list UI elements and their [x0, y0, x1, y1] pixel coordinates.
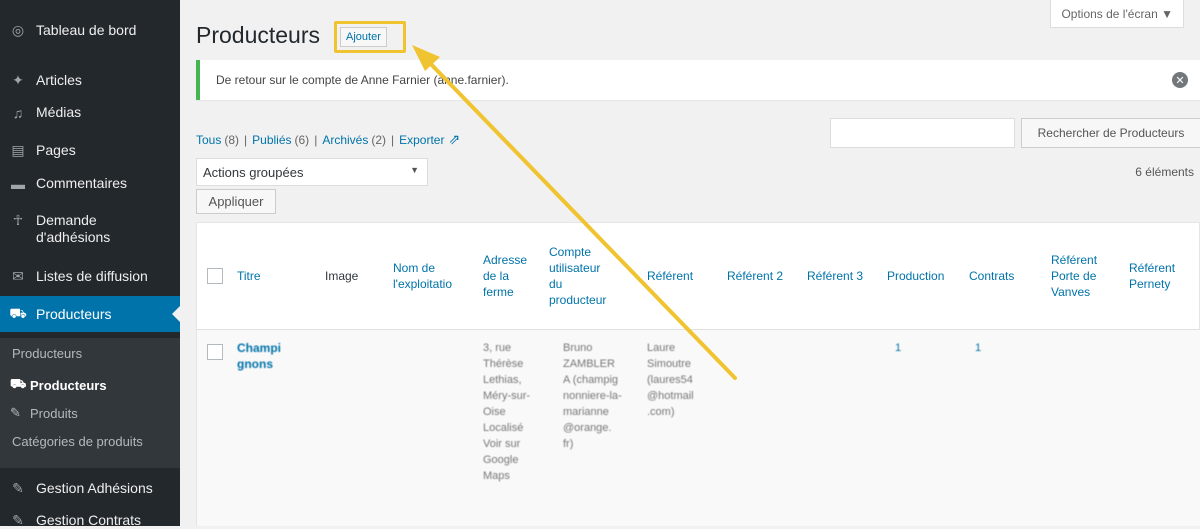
- status-filters: Tous (8) | Publiés (6) | Archivés (2) | Exp…: [196, 131, 460, 148]
- menu-contracts-management[interactable]: ✎ Gestion Contrats: [0, 512, 180, 529]
- screen-options-button[interactable]: Options de l'écran ▼: [1050, 0, 1184, 28]
- menu-producers[interactable]: ⛟ Producteurs: [0, 296, 180, 332]
- bulk-actions-select[interactable]: Actions groupées ▼: [196, 158, 428, 186]
- tractor-icon: ⛟: [9, 304, 27, 321]
- row-production[interactable]: 1: [895, 340, 901, 356]
- pin-icon: ✦: [12, 72, 24, 88]
- col-referent-2[interactable]: Référent 2: [727, 223, 787, 329]
- producers-submenu: Producteurs ⛟ Producteurs ✎ Produits Cat…: [0, 338, 180, 468]
- menu-articles[interactable]: ✦ Articles: [0, 72, 180, 89]
- chevron-down-icon: ▼: [410, 165, 419, 175]
- admin-sidebar: ◎ Tableau de bord ✦ Articles ♫ Médias ▤ …: [0, 0, 180, 529]
- filter-archived-count: (2): [371, 132, 386, 147]
- filter-all[interactable]: Tous: [196, 133, 221, 147]
- submenu-products[interactable]: ✎ Produits: [10, 405, 78, 421]
- pages-icon: ▤: [11, 142, 25, 158]
- separator: |: [391, 132, 395, 147]
- media-icon: ♫: [12, 104, 24, 121]
- col-referent[interactable]: Référent: [647, 223, 693, 329]
- col-referent-3[interactable]: Référent 3: [807, 223, 867, 329]
- mail-icon: ✉: [12, 268, 24, 284]
- table-body: Champi gnons 3, rue Thérèse Lethias, Mér…: [196, 330, 1200, 526]
- close-icon[interactable]: ✕: [1172, 72, 1188, 88]
- row-contracts[interactable]: 1: [975, 340, 981, 356]
- row-title-link[interactable]: Champi gnons: [237, 340, 287, 372]
- search-input[interactable]: [830, 118, 1015, 148]
- col-referent-pernety[interactable]: Référent Pernety: [1129, 223, 1189, 329]
- edit-icon: ✎: [12, 512, 24, 528]
- select-all-checkbox[interactable]: [207, 268, 223, 284]
- menu-pages[interactable]: ▤ Pages: [0, 142, 180, 159]
- submenu-heading[interactable]: Producteurs: [12, 346, 82, 361]
- menu-membership-requests[interactable]: ☥ Demande d'adhésions: [0, 212, 180, 246]
- items-count: 6 éléments: [1135, 165, 1194, 179]
- filter-export[interactable]: Exporter: [399, 133, 444, 147]
- add-new-button[interactable]: Ajouter: [340, 27, 387, 47]
- separator: |: [314, 132, 318, 147]
- col-referent-vanves[interactable]: Référent Porte de Vanves: [1051, 223, 1115, 329]
- dashboard-icon: ◎: [11, 22, 25, 38]
- notice-banner: De retour sur le compte de Anne Farnier …: [196, 60, 1200, 100]
- col-image: Image: [325, 269, 359, 283]
- bulk-actions-value: Actions groupées: [203, 164, 304, 180]
- row-account: Bruno ZAMBLER A (champig nonniere-la-mar…: [563, 342, 622, 450]
- submenu-producers[interactable]: ⛟ Producteurs: [10, 376, 107, 394]
- carrot-icon: ✎: [10, 405, 21, 420]
- filter-archived[interactable]: Archivés: [322, 133, 368, 147]
- menu-comments[interactable]: ▬ Commentaires: [0, 175, 180, 192]
- tractor-icon: ⛟: [10, 376, 27, 391]
- table-header: Titre Image Nom de l'exploitatio Adresse…: [196, 222, 1200, 330]
- filter-all-count: (8): [224, 132, 240, 147]
- edit-icon: ✎: [12, 480, 24, 496]
- main-content: Options de l'écran ▼ Producteurs Ajouter…: [180, 0, 1200, 526]
- active-menu-arrow: [172, 306, 180, 322]
- submenu-product-categories[interactable]: Catégories de produits: [12, 434, 143, 449]
- filter-published-count: (6): [294, 132, 310, 147]
- col-account[interactable]: Compte utilisateur du producteur: [549, 223, 611, 329]
- menu-membership-management[interactable]: ✎ Gestion Adhésions: [0, 480, 180, 497]
- person-icon: ☥: [12, 212, 24, 228]
- menu-mailing-lists[interactable]: ✉ Listes de diffusion: [0, 268, 180, 285]
- separator: |: [244, 132, 248, 147]
- comments-icon: ▬: [11, 175, 25, 192]
- menu-media[interactable]: ♫ Médias: [0, 104, 180, 121]
- row-referent: Laure Simoutre (laures54 @hotmail .com): [647, 342, 694, 418]
- col-title[interactable]: Titre: [237, 223, 261, 329]
- apply-button[interactable]: Appliquer: [196, 189, 276, 214]
- page-title: Producteurs: [196, 22, 321, 48]
- external-link-icon[interactable]: ⇗: [448, 131, 460, 148]
- row-address: 3, rue Thérèse Lethias, Méry-sur-Oise Lo…: [483, 342, 531, 482]
- notice-text: De retour sur le compte de Anne Farnier …: [216, 73, 509, 87]
- menu-dashboard[interactable]: ◎ Tableau de bord: [0, 22, 180, 39]
- col-address[interactable]: Adresse de la ferme: [483, 223, 541, 329]
- search-button[interactable]: Rechercher de Producteurs: [1021, 118, 1200, 148]
- row-checkbox[interactable]: [207, 344, 223, 360]
- col-farm-name[interactable]: Nom de l'exploitatio: [393, 223, 467, 329]
- filter-published[interactable]: Publiés: [252, 133, 291, 147]
- col-contracts[interactable]: Contrats: [969, 223, 1014, 329]
- col-production[interactable]: Production: [887, 223, 944, 329]
